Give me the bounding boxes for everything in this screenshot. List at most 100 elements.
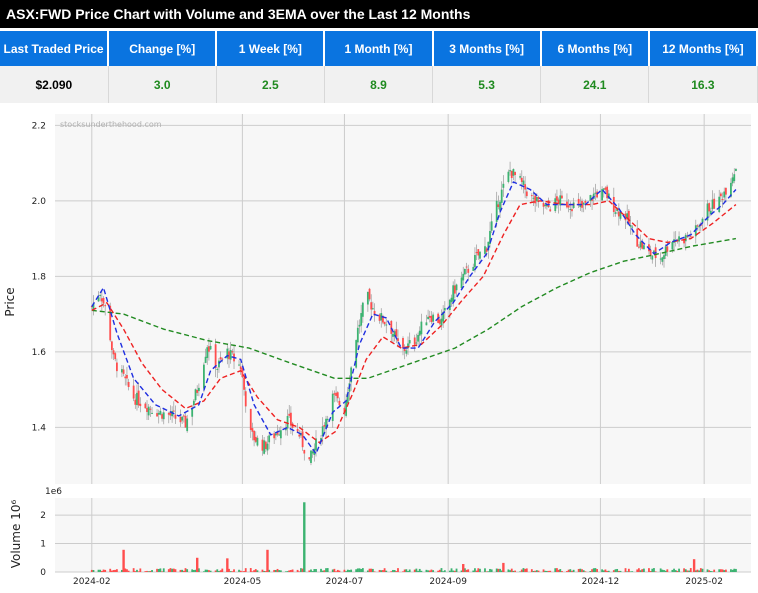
volume-bar xyxy=(244,568,247,572)
volume-bar xyxy=(557,569,560,572)
candle-body xyxy=(725,187,727,195)
volume-bar xyxy=(192,570,195,572)
header-last-price: Last Traded Price xyxy=(0,31,110,66)
volume-bar xyxy=(512,570,515,572)
volume-bar xyxy=(157,568,160,572)
volume-bar xyxy=(104,569,107,572)
volume-bar xyxy=(582,570,585,572)
volume-bar xyxy=(735,568,737,572)
volume-bar xyxy=(114,569,117,572)
candle-body xyxy=(582,202,585,205)
candle-body xyxy=(678,236,680,242)
candle-body xyxy=(584,201,587,203)
candle-body xyxy=(214,344,217,369)
candle-body xyxy=(402,338,404,349)
volume-bar xyxy=(636,569,639,572)
volume-bar xyxy=(579,568,582,572)
candle-body xyxy=(594,192,597,194)
volume-bar xyxy=(571,570,573,572)
candle-body xyxy=(268,435,271,443)
volume-bar xyxy=(607,570,610,572)
candle-body xyxy=(186,418,189,432)
volume-bar xyxy=(474,568,476,572)
x-tick-label: 2024-07 xyxy=(326,577,364,587)
candle-body xyxy=(273,433,276,439)
volume-bar xyxy=(137,571,140,572)
candle-body xyxy=(428,315,431,318)
candle-body xyxy=(408,340,411,344)
candle-body xyxy=(264,441,267,450)
volume-bar xyxy=(514,570,516,572)
volume-bar xyxy=(127,570,130,572)
volume-bar xyxy=(535,570,538,572)
candle-body xyxy=(532,197,535,199)
candle-body xyxy=(134,399,137,405)
volume-tick-label: 0 xyxy=(40,568,46,578)
volume-bar xyxy=(298,571,301,572)
volume-bar xyxy=(243,571,245,572)
value-1-month: 8.9 xyxy=(324,66,434,103)
volume-bar xyxy=(532,570,535,572)
volume-bar xyxy=(204,569,207,572)
volume-bar xyxy=(417,570,419,572)
candle-body xyxy=(452,285,455,302)
volume-bar xyxy=(249,568,252,572)
volume-bar xyxy=(731,569,734,572)
volume-bar xyxy=(723,570,726,572)
volume-bar xyxy=(524,568,527,572)
candle-body xyxy=(338,400,341,406)
volume-bar xyxy=(385,570,388,572)
volume-bar xyxy=(286,571,289,572)
table-header-row: Last Traded Price Change [%] 1 Week [%] … xyxy=(0,31,758,66)
volume-bar xyxy=(448,570,451,572)
candle-body xyxy=(420,321,423,335)
candle-body xyxy=(301,431,304,448)
candle-body xyxy=(156,413,158,417)
volume-bar xyxy=(616,568,619,572)
volume-bar xyxy=(100,571,103,572)
volume-bar xyxy=(641,569,644,572)
volume-bar xyxy=(676,570,679,572)
volume-bar xyxy=(310,569,312,572)
candle-body xyxy=(345,400,348,416)
volume-bar xyxy=(284,571,287,572)
volume-bar xyxy=(730,569,732,572)
volume-bar xyxy=(315,569,317,572)
volume-bar xyxy=(440,568,443,572)
volume-bar xyxy=(545,570,548,572)
candle-body xyxy=(182,415,185,417)
candle-body xyxy=(465,266,468,268)
candle-body xyxy=(510,170,513,179)
volume-bar xyxy=(425,569,428,572)
candle-body xyxy=(659,258,662,260)
volume-bar xyxy=(577,568,580,572)
price-y-ticks: 1.4 1.6 1.8 2.0 2.2 xyxy=(32,121,47,433)
candle-body xyxy=(427,316,429,319)
volume-spike-bar xyxy=(196,557,199,572)
volume-bar xyxy=(276,568,279,572)
candle-body xyxy=(308,457,311,460)
candle-body xyxy=(689,235,692,237)
header-6-months: 6 Months [%] xyxy=(540,31,650,66)
candle-body xyxy=(147,406,150,416)
volume-bar xyxy=(90,569,93,572)
volume-bar xyxy=(604,569,607,572)
price-tick-label: 2.2 xyxy=(32,121,46,131)
volume-tick-label: 2 xyxy=(40,511,46,521)
candle-body xyxy=(99,294,102,297)
candle-body xyxy=(112,350,115,355)
volume-bar xyxy=(485,571,488,572)
candle-body xyxy=(333,393,336,395)
candle-body xyxy=(194,389,197,401)
volume-spike-bar xyxy=(122,549,125,572)
volume-bar xyxy=(678,568,680,572)
volume-bar xyxy=(161,571,163,572)
volume-bar xyxy=(534,570,537,572)
candle-body xyxy=(290,412,292,426)
volume-bar xyxy=(432,570,435,572)
volume-bar xyxy=(686,570,689,572)
volume-bar xyxy=(92,570,95,572)
candle-body xyxy=(542,203,545,207)
volume-bar xyxy=(487,571,490,572)
candle-body xyxy=(663,255,665,260)
